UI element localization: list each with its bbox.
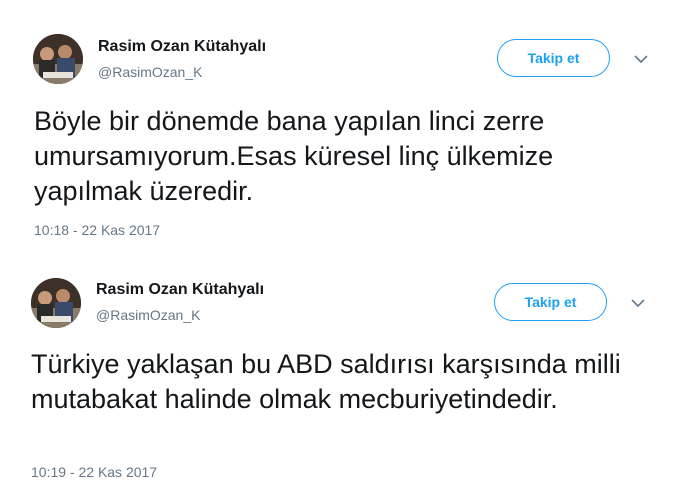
chevron-down-icon[interactable]: [633, 54, 649, 64]
author-handle[interactable]: @RasimOzan_K: [98, 64, 202, 80]
chevron-down-icon[interactable]: [630, 298, 646, 308]
tweet-text: Böyle bir dönemde bana yapılan linci zer…: [34, 106, 554, 206]
follow-button[interactable]: Takip et: [494, 283, 607, 321]
author-name[interactable]: Rasim Ozan Kütahyalı: [96, 281, 264, 299]
tweet: Rasim Ozan Kütahyalı @RasimOzan_K Takip …: [0, 250, 681, 500]
author-name[interactable]: Rasim Ozan Kütahyalı: [98, 38, 266, 56]
avatar[interactable]: [33, 34, 83, 84]
author-handle[interactable]: @RasimOzan_K: [96, 307, 200, 323]
avatar[interactable]: [31, 278, 81, 328]
tweet-text: Türkiye yaklaşan bu ABD saldırısı karşıs…: [31, 349, 621, 414]
timestamp[interactable]: 10:19 - 22 Kas 2017: [31, 464, 157, 480]
tweet: Rasim Ozan Kütahyalı @RasimOzan_K Takip …: [0, 0, 681, 250]
follow-button[interactable]: Takip et: [497, 39, 610, 77]
timestamp[interactable]: 10:18 - 22 Kas 2017: [34, 222, 160, 238]
